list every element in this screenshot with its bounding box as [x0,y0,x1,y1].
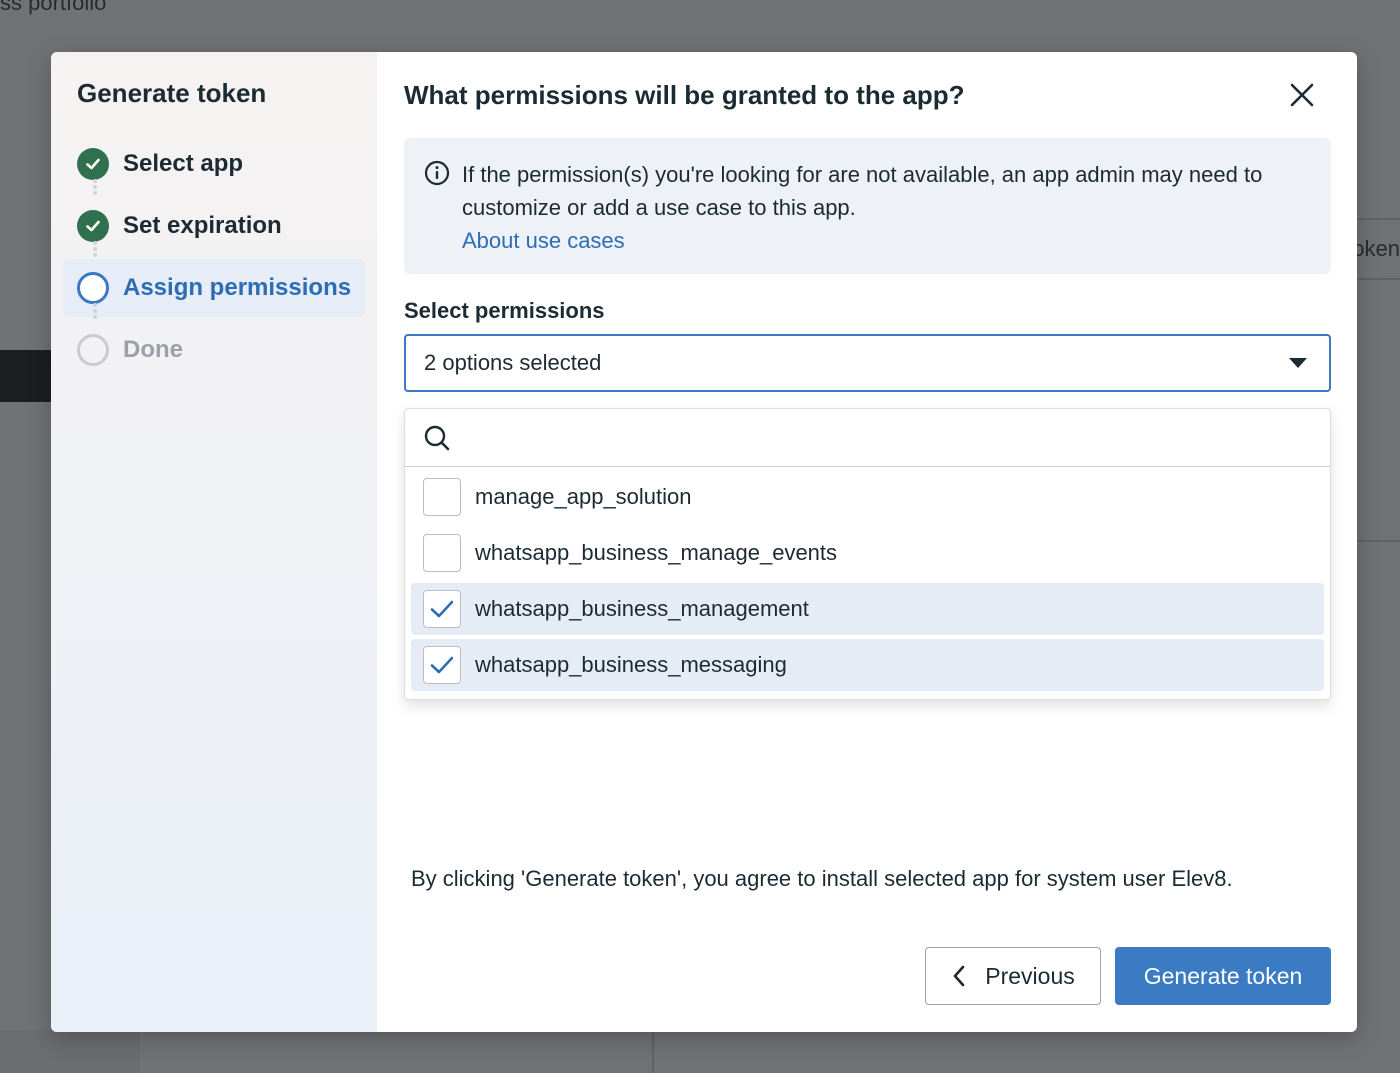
option-whatsapp-business-management[interactable]: whatsapp_business_management [411,583,1324,635]
empty-circle-icon [77,334,109,366]
step-done: Done [63,321,365,379]
option-whatsapp-business-manage-events[interactable]: whatsapp_business_manage_events [411,527,1324,579]
background-divider [652,1032,654,1073]
install-disclaimer: By clicking 'Generate token', you agree … [411,866,1233,891]
option-manage-app-solution[interactable]: manage_app_solution [411,471,1324,523]
select-permissions-label: Select permissions [404,298,605,323]
checkmark-icon [430,600,454,618]
chevron-left-icon [953,965,965,987]
background-panel [0,1030,140,1073]
checkmark-icon [430,656,454,674]
checkbox-checked[interactable] [423,646,461,684]
current-step-circle-icon [77,272,109,304]
caret-down-icon [1289,358,1307,368]
dropdown-search [405,409,1330,467]
step-label: Set expiration [123,212,282,239]
checkbox-checked[interactable] [423,590,461,628]
permission-options: manage_app_solution whatsapp_business_ma… [405,467,1330,691]
wizard-title: Generate token [77,78,267,108]
check-circle-icon [77,210,109,242]
info-notice: If the permission(s) you're looking for … [404,138,1331,274]
background-divider [1357,540,1400,542]
previous-button[interactable]: Previous [925,947,1101,1005]
info-text: If the permission(s) you're looking for … [462,162,1263,220]
info-icon [424,160,450,186]
step-connector [93,303,97,319]
option-label: whatsapp_business_manage_events [475,540,838,565]
option-whatsapp-business-messaging[interactable]: whatsapp_business_messaging [411,639,1324,691]
permissions-select[interactable]: 2 options selected [404,334,1331,392]
wizard-sidebar: Generate token Select app Set expiration… [51,52,377,1032]
step-connector [93,179,97,195]
permissions-dropdown: manage_app_solution whatsapp_business_ma… [404,408,1331,700]
option-label: whatsapp_business_management [475,596,809,621]
previous-label: Previous [985,962,1075,989]
dialog-title: What permissions will be granted to the … [404,80,965,110]
background-divider [1357,218,1400,220]
background-divider [1357,278,1400,280]
close-button[interactable] [1287,80,1317,110]
step-select-app[interactable]: Select app [63,135,365,193]
step-assign-permissions[interactable]: Assign permissions [63,259,365,317]
generate-token-dialog: Generate token Select app Set expiration… [51,52,1357,1032]
background-label: oken [1352,236,1400,261]
select-value: 2 options selected [424,350,602,375]
step-label: Assign permissions [123,274,352,301]
about-use-cases-link[interactable]: About use cases [462,224,1311,257]
step-label: Done [123,336,183,363]
option-label: whatsapp_business_messaging [475,652,787,677]
checkbox-unchecked[interactable] [423,534,461,572]
check-circle-icon [77,148,109,180]
dialog-content: What permissions will be granted to the … [377,52,1357,1032]
step-connector [93,241,97,257]
step-set-expiration[interactable]: Set expiration [63,197,365,255]
checkbox-unchecked[interactable] [423,478,461,516]
background-breadcrumb: ss portfolio [0,0,107,15]
option-label: manage_app_solution [475,484,692,509]
step-label: Select app [123,150,244,177]
permissions-search-input[interactable] [463,417,1318,459]
close-icon [1290,83,1314,107]
wizard-steps: Select app Set expiration Assign permiss… [51,135,377,379]
generate-token-button[interactable]: Generate token [1115,947,1331,1005]
search-icon [424,425,450,451]
